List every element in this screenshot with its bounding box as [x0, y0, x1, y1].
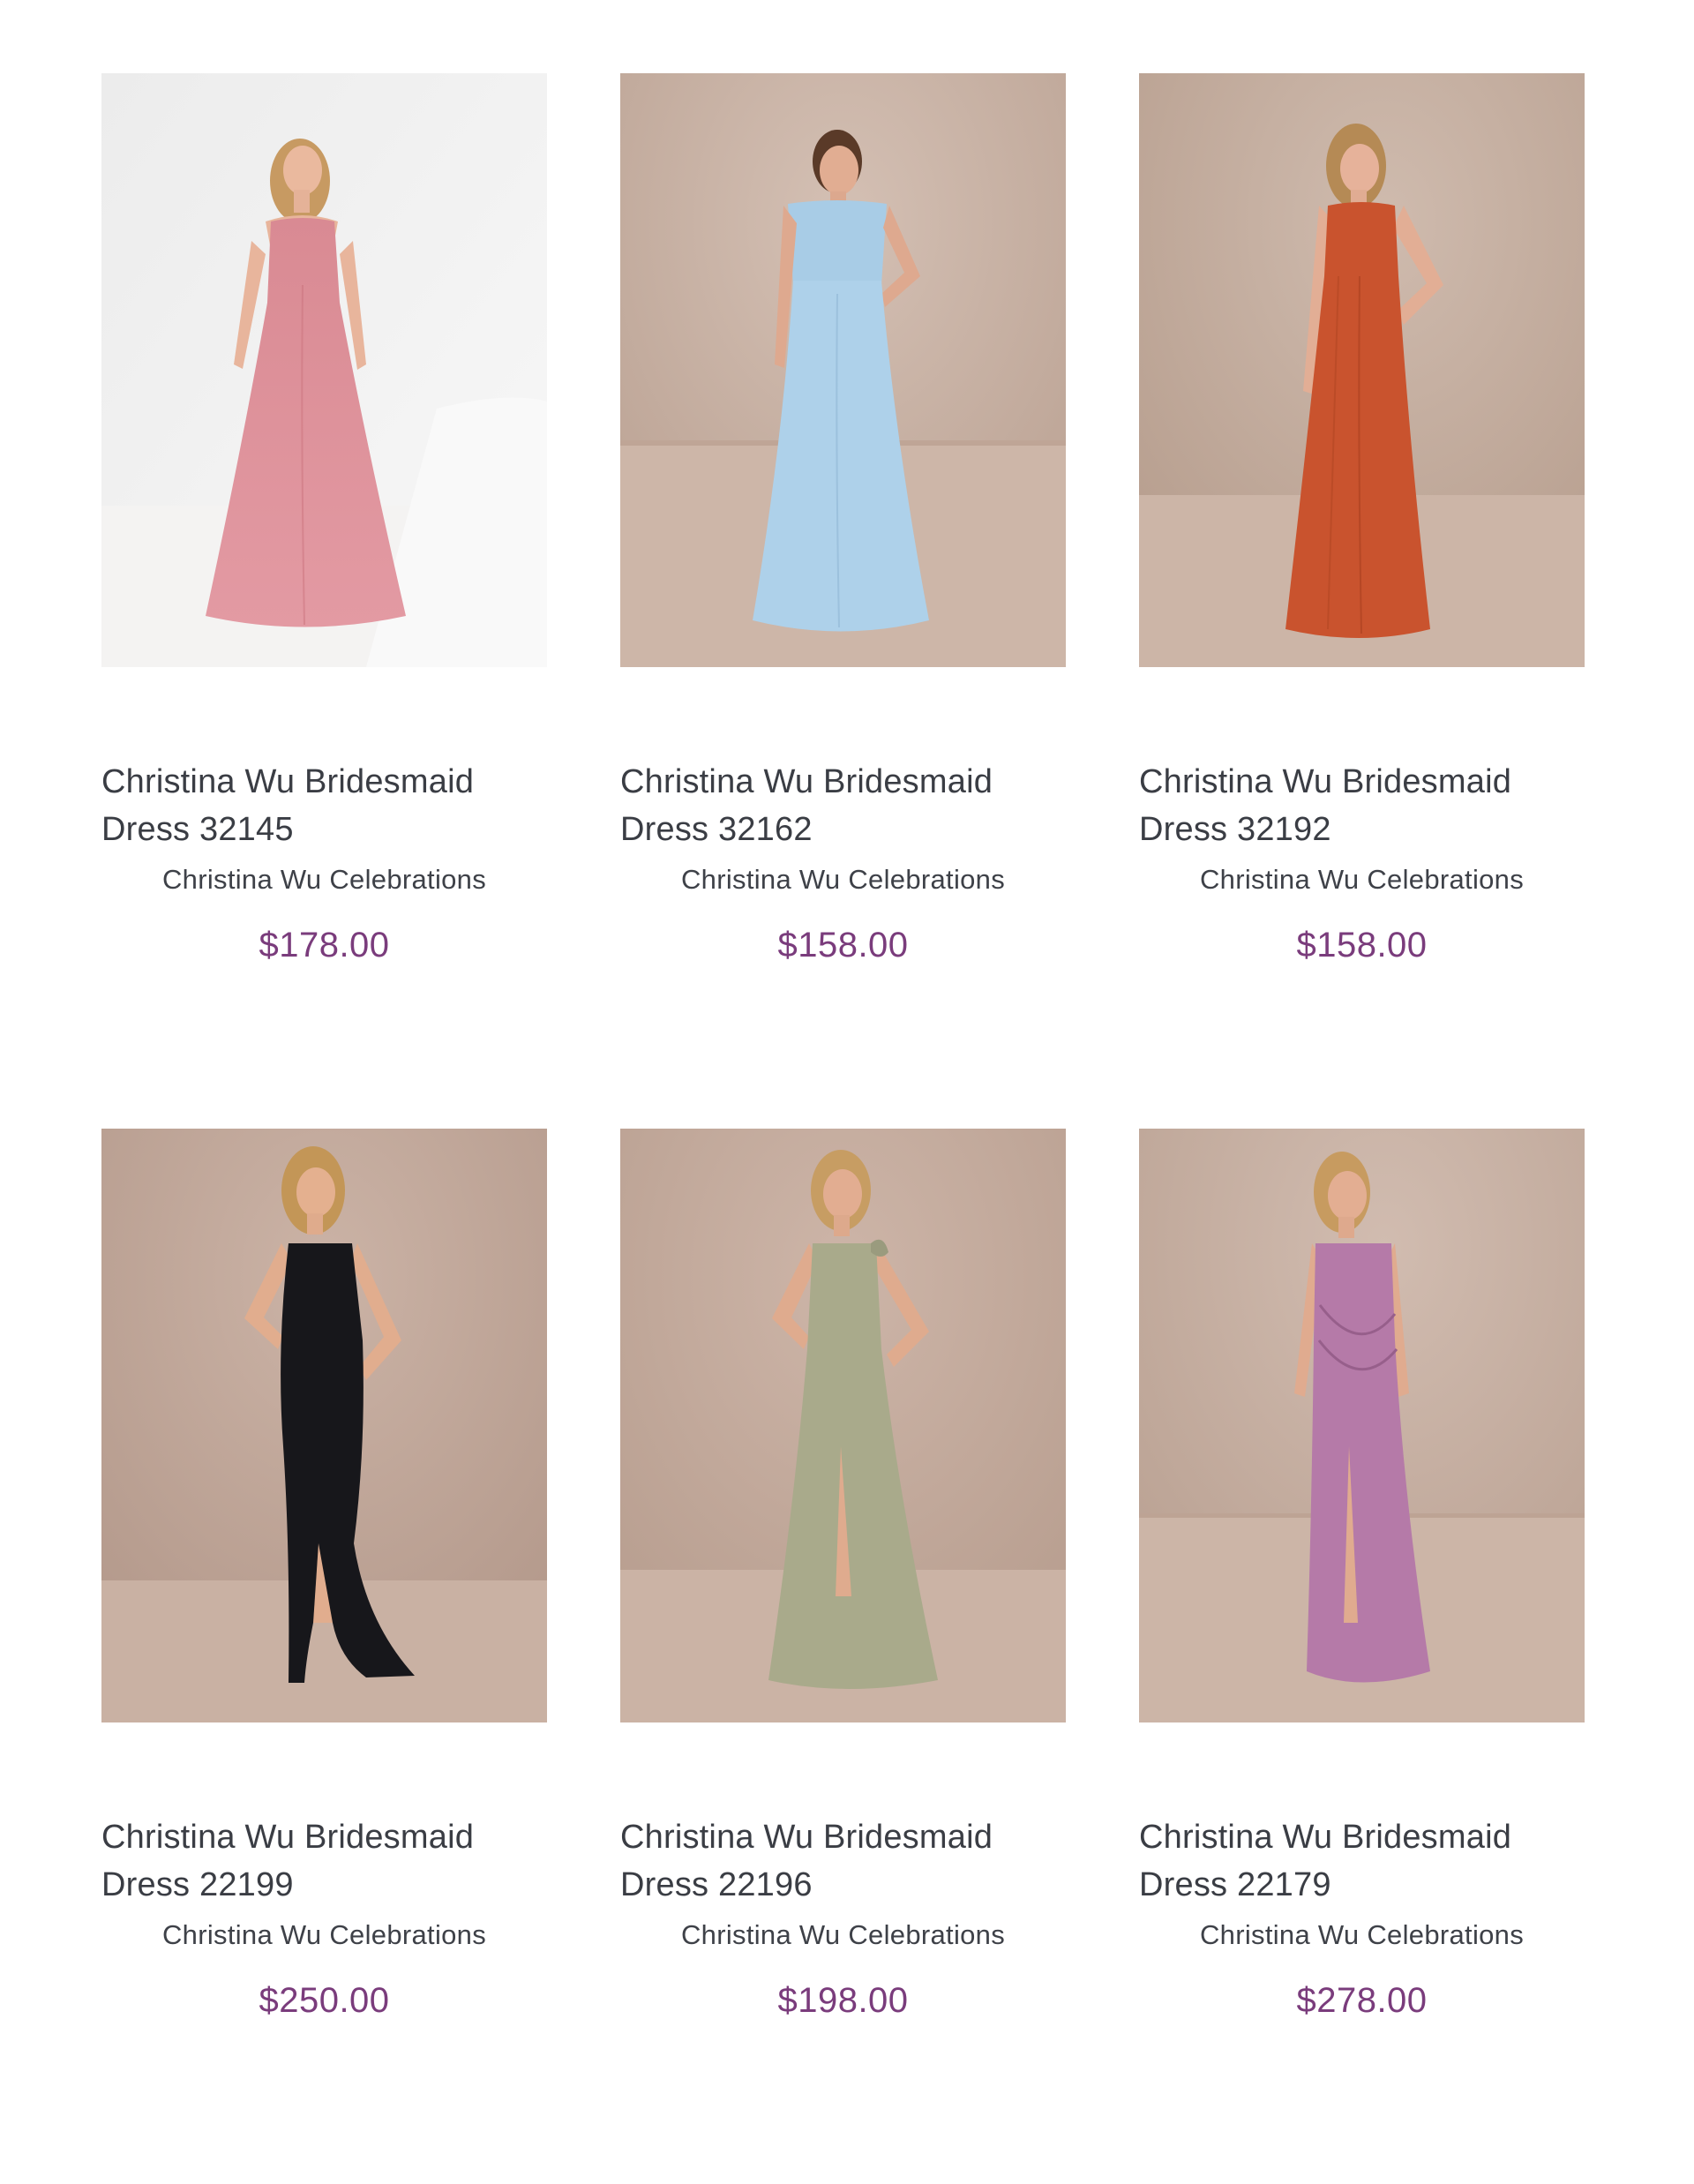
product-photo [1139, 73, 1585, 667]
product-link[interactable]: Christina Wu Bridesmaid Dress 22199 [101, 1129, 547, 1909]
product-brand: Christina Wu Celebrations [1199, 864, 1525, 895]
product-price: $278.00 [1296, 1981, 1428, 2020]
product-title[interactable]: Christina Wu Bridesmaid Dress 22179 [1139, 1813, 1554, 1909]
product-card: Christina Wu Bridesmaid Dress 32145 Chri… [101, 73, 547, 1129]
product-price: $198.00 [777, 1981, 909, 2020]
product-brand: Christina Wu Celebrations [161, 1919, 487, 1950]
product-price: $158.00 [777, 926, 909, 964]
product-brand: Christina Wu Celebrations [680, 864, 1006, 895]
product-photo [620, 1129, 1066, 1722]
product-link[interactable]: Christina Wu Bridesmaid Dress 22196 [620, 1129, 1066, 1909]
product-photo [1139, 1129, 1585, 1722]
product-image[interactable] [101, 73, 547, 667]
product-link[interactable]: Christina Wu Bridesmaid Dress 22179 [1139, 1129, 1585, 1909]
product-photo [620, 73, 1066, 667]
product-card: Christina Wu Bridesmaid Dress 32192 Chri… [1139, 73, 1585, 1129]
product-link[interactable]: Christina Wu Bridesmaid Dress 32145 [101, 73, 547, 853]
product-brand: Christina Wu Celebrations [1199, 1919, 1525, 1950]
product-image[interactable] [620, 73, 1066, 667]
product-grid: Christina Wu Bridesmaid Dress 32145 Chri… [101, 73, 1585, 2184]
product-card: Christina Wu Bridesmaid Dress 22196 Chri… [620, 1129, 1066, 2184]
product-link[interactable]: Christina Wu Bridesmaid Dress 32192 [1139, 73, 1585, 853]
product-card: Christina Wu Bridesmaid Dress 22179 Chri… [1139, 1129, 1585, 2184]
product-price: $158.00 [1296, 926, 1428, 964]
product-link[interactable]: Christina Wu Bridesmaid Dress 32162 [620, 73, 1066, 853]
product-photo [101, 1129, 547, 1722]
product-photo [101, 73, 547, 667]
product-brand: Christina Wu Celebrations [680, 1919, 1006, 1950]
product-card: Christina Wu Bridesmaid Dress 22199 Chri… [101, 1129, 547, 2184]
product-image[interactable] [1139, 73, 1585, 667]
product-price: $250.00 [259, 1981, 390, 2020]
product-price: $178.00 [259, 926, 390, 964]
product-brand: Christina Wu Celebrations [161, 864, 487, 895]
product-title[interactable]: Christina Wu Bridesmaid Dress 32162 [620, 758, 1035, 853]
product-title[interactable]: Christina Wu Bridesmaid Dress 32192 [1139, 758, 1554, 853]
product-image[interactable] [1139, 1129, 1585, 1722]
product-title[interactable]: Christina Wu Bridesmaid Dress 22196 [620, 1813, 1035, 1909]
product-card: Christina Wu Bridesmaid Dress 32162 Chri… [620, 73, 1066, 1129]
product-title[interactable]: Christina Wu Bridesmaid Dress 32145 [101, 758, 516, 853]
product-image[interactable] [101, 1129, 547, 1722]
product-image[interactable] [620, 1129, 1066, 1722]
product-title[interactable]: Christina Wu Bridesmaid Dress 22199 [101, 1813, 516, 1909]
